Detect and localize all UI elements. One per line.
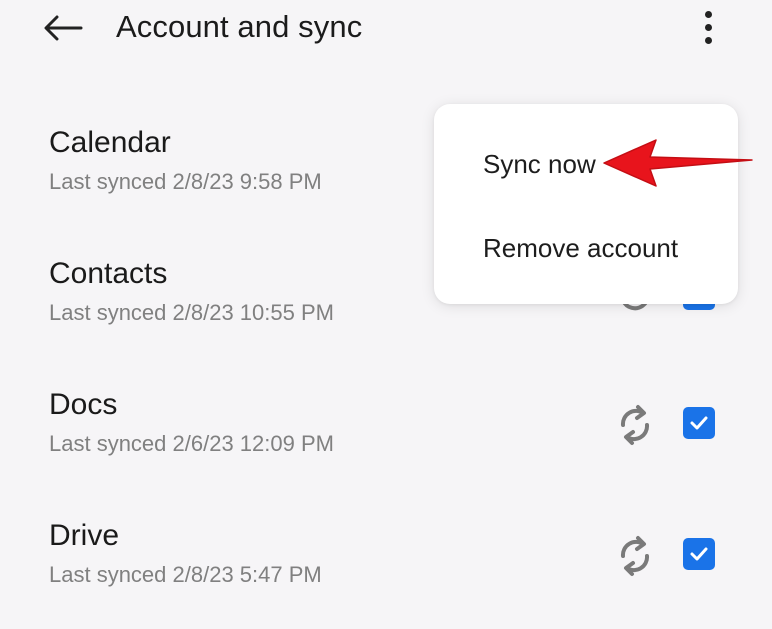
checkmark-icon <box>690 547 708 561</box>
annotation-arrow-icon <box>603 139 753 187</box>
more-vertical-icon-dot <box>704 36 712 44</box>
checkmark-icon <box>690 416 708 430</box>
list-item[interactable]: Drive Last synced 2/8/23 5:47 PM <box>0 519 772 629</box>
more-vertical-icon-dot <box>704 23 712 31</box>
account-item-status: Last synced 2/6/23 12:09 PM <box>49 431 334 456</box>
account-item-name: Drive <box>49 519 120 552</box>
sync-icon[interactable] <box>614 404 656 446</box>
account-item-status: Last synced 2/8/23 9:58 PM <box>49 169 322 194</box>
menu-item-sync-now[interactable]: Sync now <box>483 149 596 180</box>
account-item-name: Contacts <box>49 257 168 290</box>
account-item-name: Calendar <box>49 126 171 159</box>
back-button[interactable] <box>40 8 86 48</box>
overflow-menu: Sync now Remove account <box>434 104 738 304</box>
account-item-name: Docs <box>49 388 118 421</box>
sync-checkbox[interactable] <box>683 538 715 570</box>
page-title: Account and sync <box>116 9 363 44</box>
more-vertical-icon <box>704 10 712 18</box>
account-item-status: Last synced 2/8/23 5:47 PM <box>49 562 322 587</box>
account-item-status: Last synced 2/8/23 10:55 PM <box>49 300 334 325</box>
more-options-button[interactable] <box>690 4 726 50</box>
sync-icon[interactable] <box>614 535 656 577</box>
list-item[interactable]: Docs Last synced 2/6/23 12:09 PM <box>0 388 772 498</box>
menu-item-remove-account[interactable]: Remove account <box>483 233 678 264</box>
sync-checkbox[interactable] <box>683 407 715 439</box>
app-bar: Account and sync <box>0 0 772 60</box>
arrow-left-icon <box>44 15 83 41</box>
